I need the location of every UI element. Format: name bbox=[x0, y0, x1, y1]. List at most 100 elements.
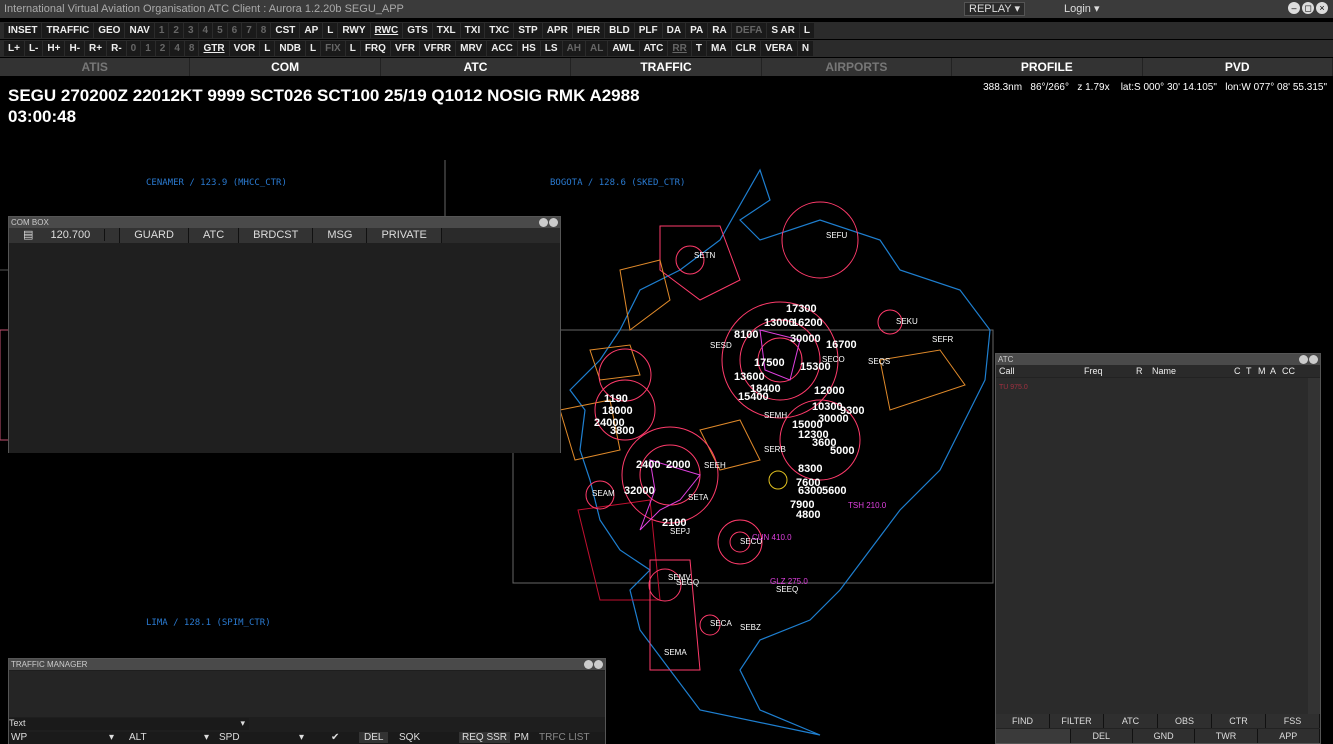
col-name[interactable]: Name bbox=[1152, 365, 1234, 377]
atc-filter-button[interactable]: ATC bbox=[1104, 714, 1158, 728]
ctr-filter-button[interactable]: CTR bbox=[1212, 714, 1266, 728]
aircraft-altitude-label[interactable]: 8300 bbox=[798, 463, 822, 475]
toolbar2-button-29[interactable]: RR bbox=[668, 41, 691, 56]
toolbar1-button-15[interactable]: RWY bbox=[338, 23, 370, 38]
del-filter-button[interactable]: DEL bbox=[1070, 729, 1133, 743]
aircraft-altitude-label[interactable]: 5600 bbox=[822, 485, 846, 497]
filter-button[interactable]: FILTER bbox=[1050, 714, 1104, 728]
del-button[interactable]: DEL bbox=[359, 732, 389, 743]
aircraft-altitude-label[interactable]: 17500 bbox=[754, 357, 785, 369]
toolbar2-button-26[interactable]: AL bbox=[586, 41, 608, 56]
toolbar2-button-30[interactable]: T bbox=[691, 41, 706, 56]
fix-label-seeq[interactable]: SEEQ bbox=[776, 585, 798, 594]
atc-scrollbar[interactable] bbox=[1308, 378, 1320, 714]
col-a[interactable]: A bbox=[1270, 365, 1282, 377]
toolbar1-button-6[interactable]: 3 bbox=[183, 23, 198, 38]
toolbar1-button-0[interactable]: INSET bbox=[4, 23, 42, 38]
fix-label-cun-410-0[interactable]: CUN 410.0 bbox=[752, 533, 792, 542]
com-frequency-tab[interactable]: ▤ 120.700 bbox=[9, 228, 121, 243]
aircraft-altitude-label[interactable]: 18000 bbox=[602, 405, 633, 417]
fix-label-seam[interactable]: SEAM bbox=[592, 489, 615, 498]
traffic-manager-titlebar[interactable]: TRAFFIC MANAGER bbox=[9, 659, 605, 670]
col-m[interactable]: M bbox=[1258, 365, 1270, 377]
toolbar1-button-20[interactable]: TXC bbox=[485, 23, 514, 38]
toolbar1-button-19[interactable]: TXI bbox=[460, 23, 485, 38]
toolbar2-button-27[interactable]: AWL bbox=[608, 41, 639, 56]
close-icon[interactable] bbox=[594, 660, 603, 669]
toolbar2-button-4[interactable]: R+ bbox=[85, 41, 107, 56]
toolbar2-button-22[interactable]: ACC bbox=[487, 41, 517, 56]
toolbar2-button-1[interactable]: L- bbox=[24, 41, 43, 56]
toolbar1-button-18[interactable]: TXL bbox=[432, 23, 460, 38]
sqk-button[interactable]: SQK bbox=[399, 732, 420, 743]
toolbar2-button-13[interactable]: L bbox=[260, 41, 275, 56]
tab-atis[interactable]: ATIS bbox=[0, 58, 191, 76]
fix-label-sebz[interactable]: SEBZ bbox=[740, 623, 761, 632]
toolbar1-button-22[interactable]: APR bbox=[542, 23, 572, 38]
aircraft-altitude-label[interactable]: 10300 bbox=[812, 401, 843, 413]
aircraft-altitude-label[interactable]: 1190 bbox=[604, 393, 628, 405]
tab-com[interactable]: COM bbox=[190, 58, 381, 76]
toolbar1-button-30[interactable]: S AR bbox=[767, 23, 799, 38]
col-r[interactable]: R bbox=[1136, 365, 1152, 377]
fix-label-serb[interactable]: SERB bbox=[764, 445, 786, 454]
aircraft-altitude-label[interactable]: 6300 bbox=[798, 485, 822, 497]
atc-list[interactable]: TU 975.0 bbox=[996, 378, 1308, 714]
aircraft-altitude-label[interactable]: 32000 bbox=[624, 485, 655, 497]
gnd-filter-button[interactable]: GND bbox=[1132, 729, 1196, 743]
toolbar1-button-2[interactable]: GEO bbox=[94, 23, 125, 38]
toolbar2-button-17[interactable]: L bbox=[345, 41, 360, 56]
col-c[interactable]: C bbox=[1234, 365, 1246, 377]
aircraft-altitude-label[interactable]: 15300 bbox=[800, 361, 831, 373]
col-call[interactable]: Call bbox=[996, 365, 1084, 377]
toolbar1-button-28[interactable]: RA bbox=[708, 23, 731, 38]
restore-icon[interactable] bbox=[1299, 355, 1308, 364]
toolbar2-button-8[interactable]: 2 bbox=[155, 41, 170, 56]
toolbar2-button-11[interactable]: GTR bbox=[199, 41, 229, 56]
toolbar1-button-4[interactable]: 1 bbox=[154, 23, 169, 38]
fix-label-semh[interactable]: SEMH bbox=[764, 411, 787, 420]
toolbar2-button-21[interactable]: MRV bbox=[456, 41, 487, 56]
toolbar1-button-3[interactable]: NAV bbox=[125, 23, 154, 38]
toolbar2-button-2[interactable]: H+ bbox=[43, 41, 65, 56]
tab-profile[interactable]: PROFILE bbox=[952, 58, 1143, 76]
toolbar2-button-19[interactable]: VFR bbox=[390, 41, 419, 56]
minimize-icon[interactable]: – bbox=[1288, 2, 1300, 14]
toolbar2-button-16[interactable]: FIX bbox=[321, 41, 345, 56]
aircraft-altitude-label[interactable]: 4800 bbox=[796, 509, 820, 521]
toolbar1-button-16[interactable]: RWC bbox=[370, 23, 403, 38]
atc-window-titlebar[interactable]: ATC bbox=[996, 354, 1320, 365]
com-message-area[interactable] bbox=[9, 243, 560, 453]
tab-msg[interactable]: MSG bbox=[313, 228, 368, 243]
toolbar1-button-12[interactable]: CST bbox=[271, 23, 300, 38]
twr-filter-button[interactable]: TWR bbox=[1195, 729, 1258, 743]
aircraft-altitude-label[interactable]: 13600 bbox=[734, 371, 765, 383]
toolbar2-button-9[interactable]: 4 bbox=[170, 41, 184, 56]
toolbar2-button-24[interactable]: LS bbox=[540, 41, 562, 56]
toolbar1-button-11[interactable]: 8 bbox=[256, 23, 271, 38]
replay-dropdown[interactable]: REPLAY ▾ bbox=[964, 2, 1025, 16]
fss-filter-button[interactable]: FSS bbox=[1266, 714, 1320, 728]
find-input[interactable] bbox=[996, 729, 1071, 743]
tab-guard[interactable]: GUARD bbox=[120, 228, 189, 243]
toolbar2-button-23[interactable]: HS bbox=[517, 41, 540, 56]
pm-button[interactable]: PM bbox=[514, 732, 529, 743]
fix-label-seqs[interactable]: SEQS bbox=[868, 357, 890, 366]
toolbar1-button-13[interactable]: AP bbox=[300, 23, 323, 38]
toolbar1-button-7[interactable]: 4 bbox=[198, 23, 213, 38]
toolbar2-button-18[interactable]: FRQ bbox=[360, 41, 390, 56]
toolbar2-button-15[interactable]: L bbox=[306, 41, 321, 56]
maximize-icon[interactable]: ◻ bbox=[1302, 2, 1314, 14]
fix-label-seta[interactable]: SETA bbox=[688, 493, 709, 502]
tab-atc[interactable]: ATC bbox=[188, 228, 240, 243]
toolbar2-button-34[interactable]: N bbox=[797, 41, 814, 56]
toolbar1-button-25[interactable]: PLF bbox=[634, 23, 662, 38]
fix-label-segq[interactable]: SEGQ bbox=[676, 578, 699, 587]
toolbar2-button-14[interactable]: NDB bbox=[275, 41, 306, 56]
toolbar2-button-31[interactable]: MA bbox=[706, 41, 731, 56]
aircraft-altitude-label[interactable]: 16700 bbox=[826, 339, 857, 351]
toolbar1-button-23[interactable]: PIER bbox=[572, 23, 605, 38]
toolbar2-button-28[interactable]: ATC bbox=[639, 41, 668, 56]
toolbar2-button-33[interactable]: VERA bbox=[761, 41, 797, 56]
aircraft-altitude-label[interactable]: 15400 bbox=[738, 391, 769, 403]
